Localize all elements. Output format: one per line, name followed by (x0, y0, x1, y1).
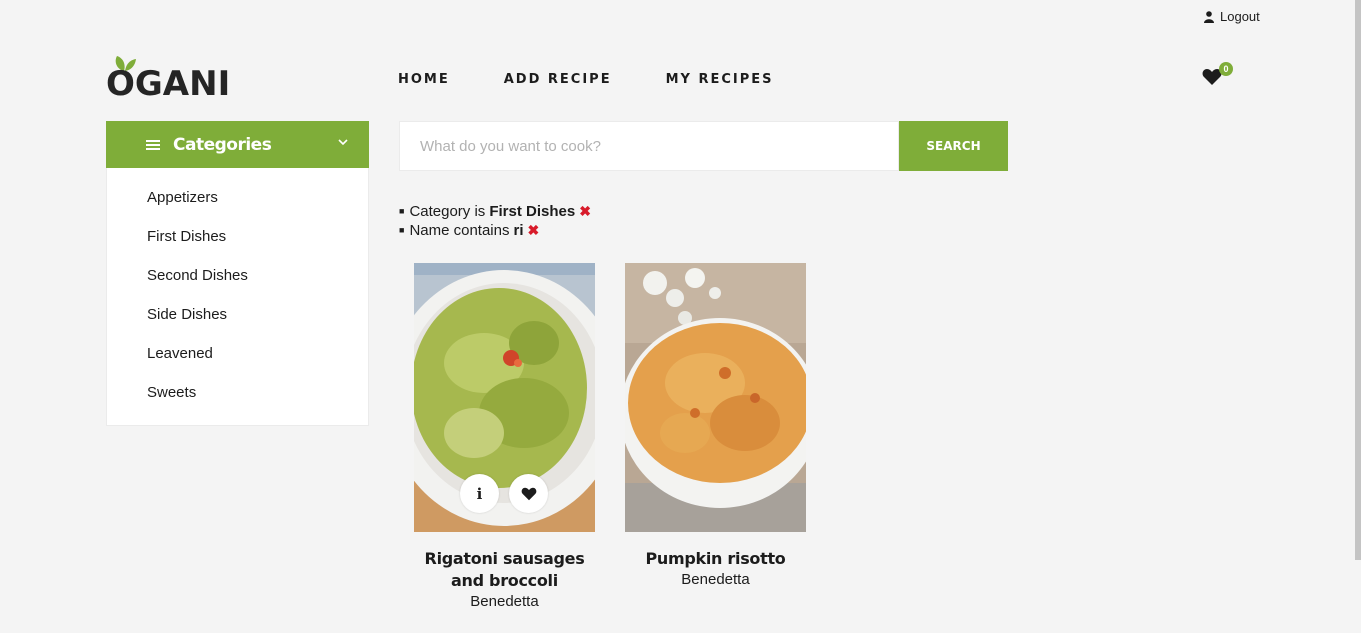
recipe-card[interactable]: i Rigatoni sausages and broccoli Benedet… (414, 263, 595, 612)
search-form: SEARCH (399, 121, 1008, 171)
filter-prefix: Name contains (409, 222, 510, 239)
bullet: ■ (399, 206, 405, 216)
info-button[interactable]: i (460, 474, 499, 513)
logo-text: OGANI (106, 64, 231, 104)
recipe-author: Benedetta (681, 571, 750, 588)
pasta-image (414, 263, 595, 532)
user-icon (1204, 10, 1214, 23)
favorite-button[interactable] (509, 474, 548, 513)
search-button[interactable]: SEARCH (899, 121, 1008, 171)
category-item-side-dishes[interactable]: Side Dishes (107, 305, 368, 344)
main-nav: HOME ADD RECIPE MY RECIPES (398, 72, 774, 87)
recipe-name[interactable]: Rigatoni sausages and broccoli (414, 548, 595, 592)
site-logo[interactable]: OGANI (106, 55, 236, 105)
category-item-appetizers[interactable]: Appetizers (107, 188, 368, 227)
favorites-button[interactable]: 0 (1202, 62, 1236, 88)
recipe-image[interactable]: i (414, 263, 595, 532)
recipe-name[interactable]: Pumpkin risotto (625, 548, 806, 570)
logout-label: Logout (1220, 9, 1260, 24)
nav-home[interactable]: HOME (398, 72, 450, 87)
close-icon[interactable]: ✖ (579, 202, 591, 221)
recipe-author: Benedetta (470, 593, 539, 610)
hamburger-icon (146, 139, 160, 150)
close-icon[interactable]: ✖ (528, 221, 540, 240)
recipe-card[interactable]: Pumpkin risotto Benedetta (625, 263, 806, 590)
heart-icon (521, 487, 536, 500)
category-item-first-dishes[interactable]: First Dishes (107, 227, 368, 266)
info-icon: i (476, 484, 483, 503)
active-filters: ■ Category is First Dishes ✖ ■ Name cont… (399, 202, 591, 240)
filter-prefix: Category is (409, 203, 486, 220)
favorites-count-badge: 0 (1219, 62, 1233, 76)
nav-my-recipes[interactable]: MY RECIPES (666, 72, 774, 87)
category-item-leavened[interactable]: Leavened (107, 344, 368, 383)
nav-add-recipe[interactable]: ADD RECIPE (504, 72, 612, 87)
categories-title: Categories (173, 134, 272, 155)
categories-toggle[interactable]: Categories (106, 121, 369, 168)
filter-name: ■ Name contains ri ✖ (399, 221, 591, 240)
bullet: ■ (399, 225, 405, 235)
filter-category: ■ Category is First Dishes ✖ (399, 202, 591, 221)
category-item-sweets[interactable]: Sweets (107, 383, 368, 422)
page-scrollbar[interactable] (1355, 0, 1361, 560)
chevron-down-icon (338, 139, 348, 146)
category-item-second-dishes[interactable]: Second Dishes (107, 266, 368, 305)
recipe-image[interactable] (625, 263, 806, 532)
filter-value: ri (513, 222, 524, 239)
search-input[interactable] (399, 121, 899, 171)
risotto-image (625, 263, 806, 532)
logout-link[interactable]: Logout (1204, 9, 1260, 24)
categories-list: Appetizers First Dishes Second Dishes Si… (106, 168, 369, 426)
filter-value: First Dishes (489, 203, 576, 220)
